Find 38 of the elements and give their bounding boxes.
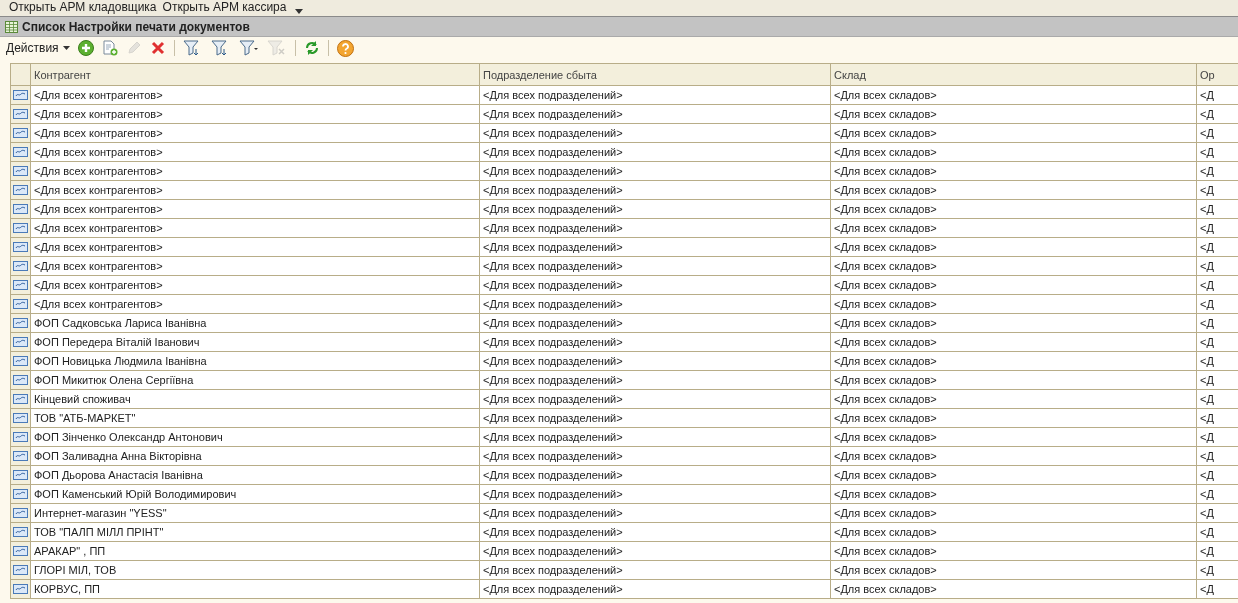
- top-bar-button[interactable]: Открыть АРМ кладовщика: [6, 0, 160, 15]
- record-icon: [13, 90, 28, 100]
- record-icon: [13, 128, 28, 138]
- record-icon: [13, 565, 28, 575]
- record-icon: [13, 356, 28, 366]
- record-icon: [13, 337, 28, 347]
- caret-icon: [62, 46, 70, 50]
- record-icon: [13, 166, 28, 176]
- record-icon: [13, 451, 28, 461]
- top-bar-button[interactable]: Открыть АРМ кассира: [159, 0, 290, 15]
- record-icon: [13, 299, 28, 309]
- window-title: Список Настройки печати документов: [22, 19, 250, 34]
- record-icon: [13, 546, 28, 556]
- record-icon: [13, 527, 28, 537]
- table-cell: <Для всех складов>: [831, 580, 1197, 599]
- record-icon: [13, 375, 28, 385]
- table-icon: [5, 20, 18, 33]
- record-icon: [13, 185, 28, 195]
- record-icon: [13, 432, 28, 442]
- record-icon: [13, 413, 28, 423]
- record-icon: [13, 204, 28, 214]
- dropdown-caret-icon[interactable]: [295, 9, 304, 14]
- table-cell: <Для всех подразделений>: [480, 580, 831, 599]
- record-icon: [13, 223, 28, 233]
- table-cell: КОРВУС, ПП: [31, 580, 480, 599]
- record-icon: [13, 261, 28, 271]
- record-icon: [13, 584, 28, 594]
- record-icon: [13, 470, 28, 480]
- record-icon: [13, 394, 28, 404]
- record-icon: [13, 489, 28, 499]
- record-icon: [13, 109, 28, 119]
- table-cell: <Д: [1197, 580, 1238, 599]
- record-icon: [13, 280, 28, 290]
- record-icon: [13, 508, 28, 518]
- actions-menu-button[interactable]: Действия: [3, 39, 73, 57]
- record-icon: [13, 318, 28, 328]
- record-icon: [13, 242, 28, 252]
- record-icon: [13, 147, 28, 157]
